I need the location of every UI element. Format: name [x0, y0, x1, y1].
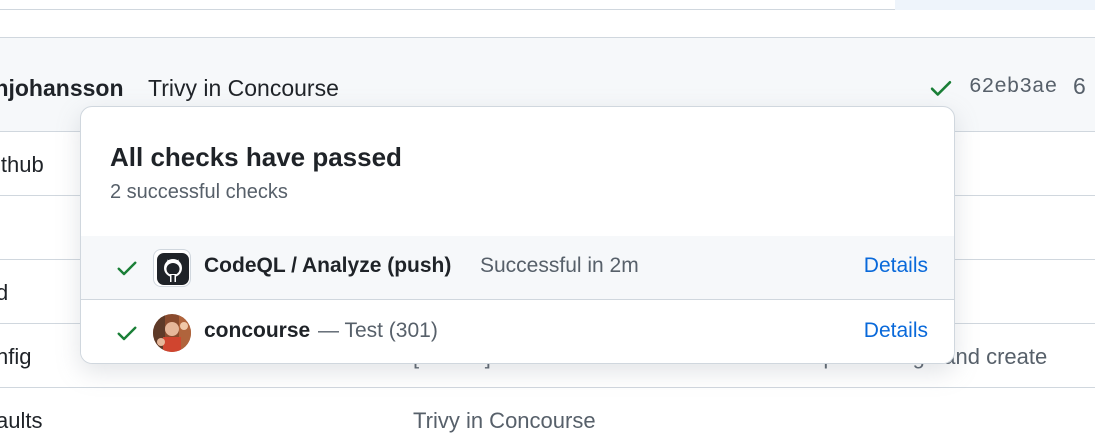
- check-icon: [117, 326, 137, 341]
- details-link[interactable]: Details: [864, 254, 928, 278]
- commit-message[interactable]: Trivy in Concourse: [148, 75, 339, 102]
- check-description: — Test (301): [318, 319, 438, 342]
- check-row-codeql[interactable]: CodeQL / Analyze (push) Successful in 2m…: [81, 236, 954, 300]
- row-highlight: [895, 0, 1095, 10]
- previous-row: [0, 0, 1095, 10]
- file-name[interactable]: d: [0, 280, 8, 306]
- details-link[interactable]: Details: [864, 319, 928, 343]
- github-logo-icon: [153, 249, 191, 287]
- file-row[interactable]: aults Trivy in Concourse: [0, 388, 1095, 436]
- commit-sha[interactable]: 62eb3ae: [969, 76, 1057, 99]
- concourse-avatar: [153, 314, 191, 352]
- commit-count[interactable]: 6: [1073, 73, 1086, 100]
- commit-author[interactable]: jonjohansson: [0, 75, 124, 102]
- check-name: concourse: [204, 319, 311, 342]
- checks-popover: All checks have passed 2 successful chec…: [80, 106, 955, 364]
- check-status: Successful in 2m: [480, 254, 639, 277]
- file-name[interactable]: nfig: [0, 344, 31, 370]
- check-icon: [117, 261, 137, 276]
- popover-subtitle: 2 successful checks: [110, 181, 288, 203]
- popover-title: All checks have passed: [110, 142, 402, 172]
- file-name[interactable]: aults: [0, 408, 42, 434]
- check-row-concourse[interactable]: concourse — Test (301) Details: [81, 301, 954, 363]
- check-icon[interactable]: [928, 75, 954, 101]
- file-name[interactable]: ithub: [0, 152, 44, 178]
- file-commit-message[interactable]: Trivy in Concourse: [413, 408, 596, 434]
- check-name: CodeQL / Analyze (push): [204, 254, 452, 277]
